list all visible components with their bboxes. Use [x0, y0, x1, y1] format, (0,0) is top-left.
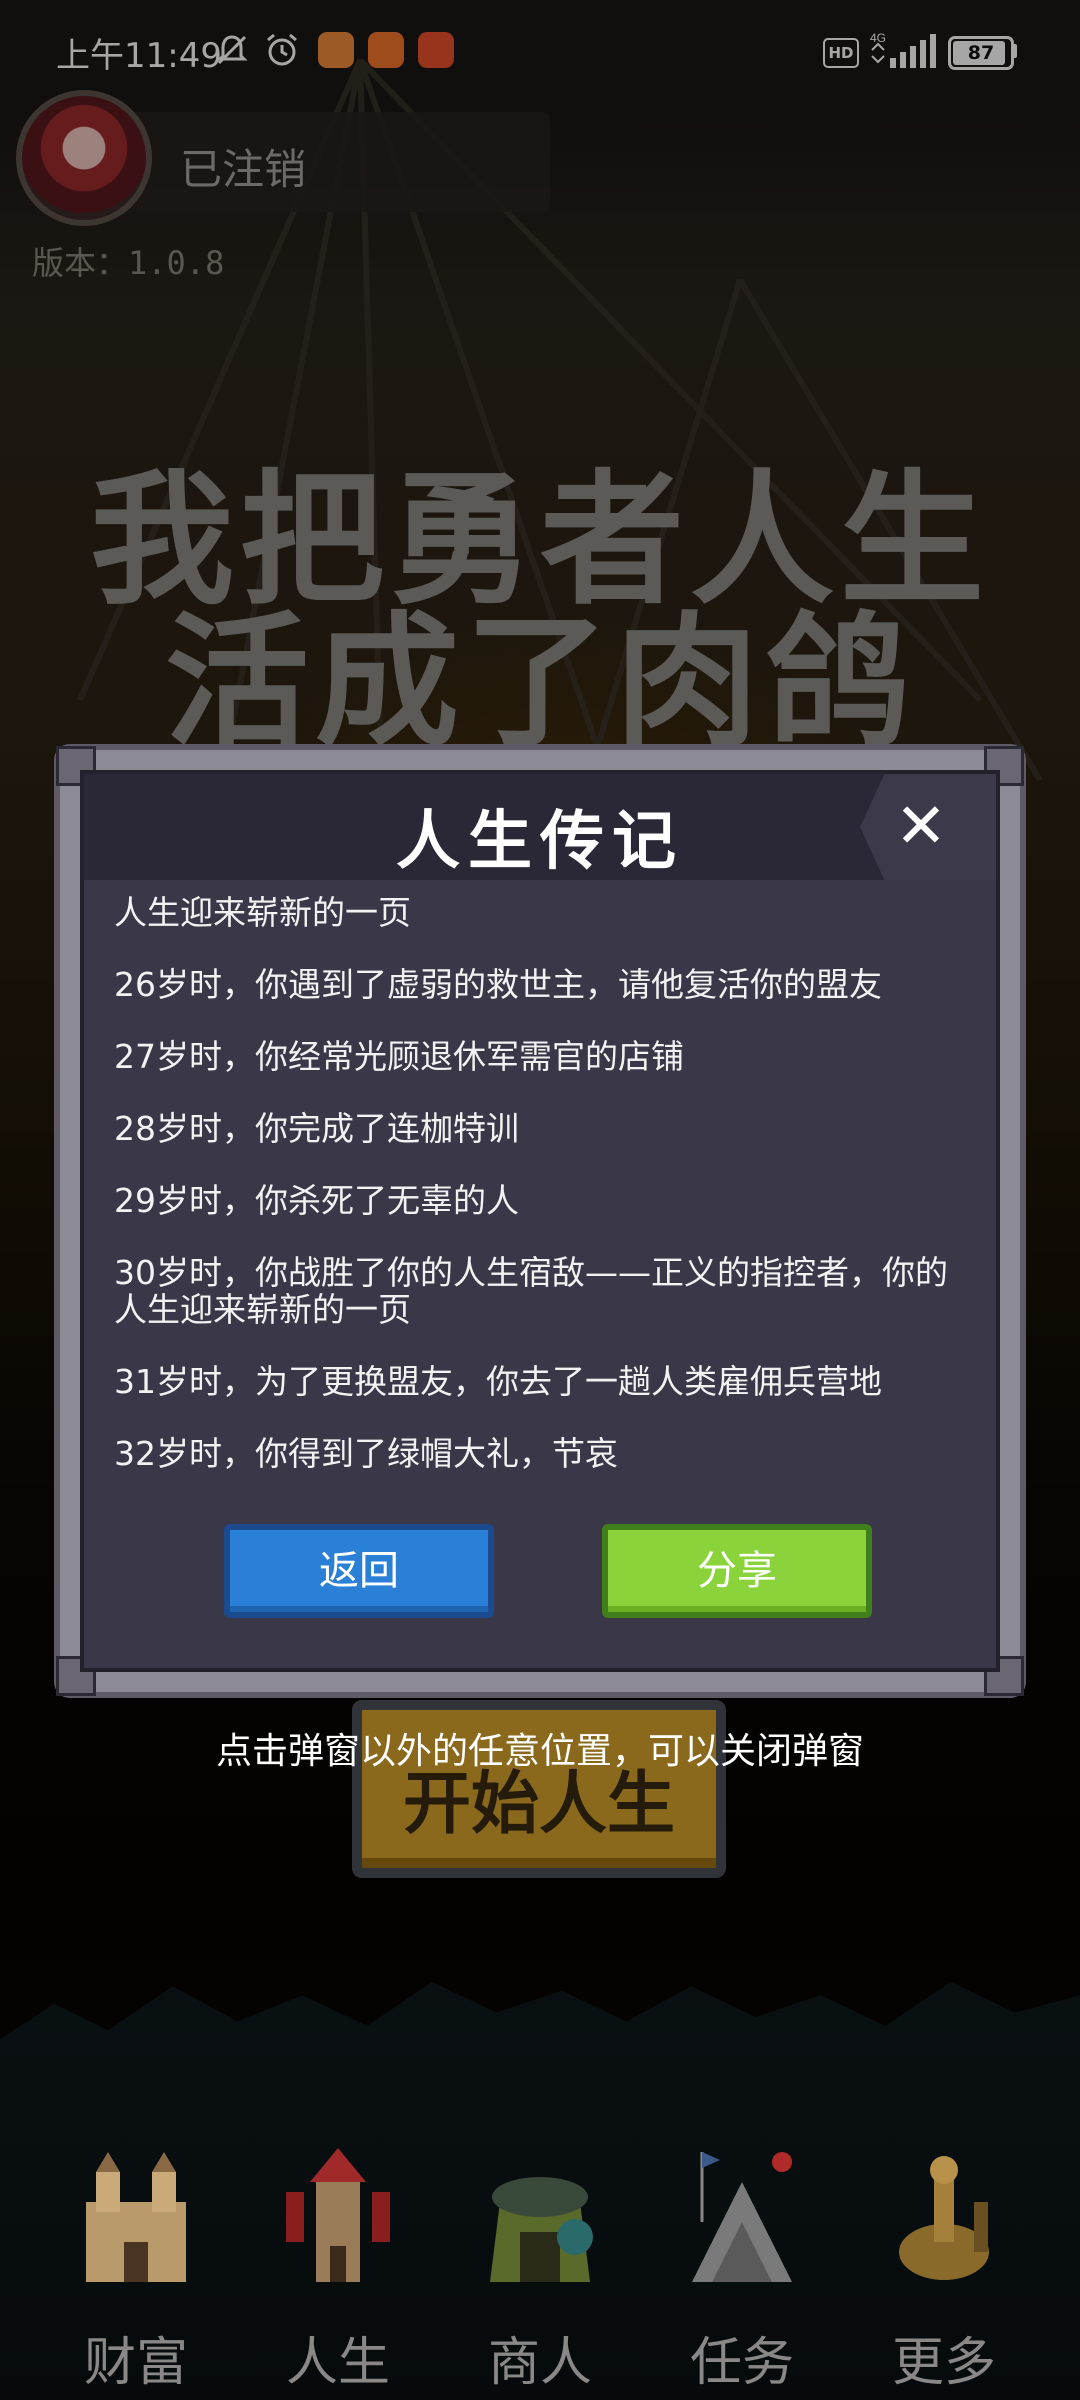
life-event-item: 27岁时，你经常光顾退休军需官的店铺	[114, 1037, 684, 1076]
workshop-icon	[899, 2156, 989, 2280]
life-event-item: 32岁时，你得到了绿帽大礼，节哀	[114, 1434, 618, 1473]
life-event-item: 29岁时，你杀死了无辜的人	[114, 1181, 519, 1220]
nav-label-wealth: 财富	[83, 2333, 188, 2393]
biography-modal: 人生传记 ✕ 人生迎来崭新的一页 26岁时，你遇到了虚弱的救世主，请他复活你的盟…	[54, 744, 1026, 1698]
nav-label-more: 更多	[891, 2333, 996, 2393]
merchant-tent-icon	[490, 2177, 593, 2282]
quest-pyramid-icon	[692, 2152, 792, 2282]
modal-title: 人生传记	[396, 805, 684, 879]
modal-body: 人生传记 ✕ 人生迎来崭新的一页 26岁时，你遇到了虚弱的救世主，请他复活你的盟…	[80, 770, 1000, 1672]
castle-icon	[86, 2152, 186, 2282]
close-icon[interactable]: ✕	[886, 788, 956, 864]
tower-icon	[286, 2148, 390, 2282]
modal-header: 人生传记 ✕	[84, 774, 996, 880]
nav-item-more[interactable]: 更多	[844, 2120, 1044, 2400]
life-event-item: 26岁时，你遇到了虚弱的救世主，请他复活你的盟友	[114, 965, 882, 1004]
nav-label-merchant: 商人	[487, 2333, 592, 2393]
nav-item-wealth[interactable]: 财富	[36, 2120, 236, 2400]
nav-item-life[interactable]: 人生	[238, 2120, 438, 2400]
life-event-list: 人生迎来崭新的一页 26岁时，你遇到了虚弱的救世主，请他复活你的盟友 27岁时，…	[114, 894, 966, 1507]
bottom-navigation: 财富 人生 商人 任务 更多	[0, 2120, 1080, 2400]
nav-item-merchant[interactable]: 商人	[440, 2120, 640, 2400]
share-button[interactable]: 分享	[602, 1524, 872, 1618]
back-button[interactable]: 返回	[224, 1524, 494, 1618]
nav-label-life: 人生	[285, 2333, 390, 2393]
nav-label-quest: 任务	[689, 2333, 794, 2393]
close-hint-text: 点击弹窗以外的任意位置，可以关闭弹窗	[215, 1731, 864, 1772]
life-event-item: 28岁时，你完成了连枷特训	[114, 1109, 519, 1148]
life-event-item: 30岁时，你战胜了你的人生宿敌——正义的指控者，你的人生迎来崭新的一页	[114, 1253, 948, 1329]
life-event-item: 31岁时，为了更换盟友，你去了一趟人类雇佣兵营地	[114, 1362, 882, 1401]
life-event-item: 人生迎来崭新的一页	[114, 893, 411, 932]
nav-item-quest[interactable]: 任务	[642, 2120, 842, 2400]
